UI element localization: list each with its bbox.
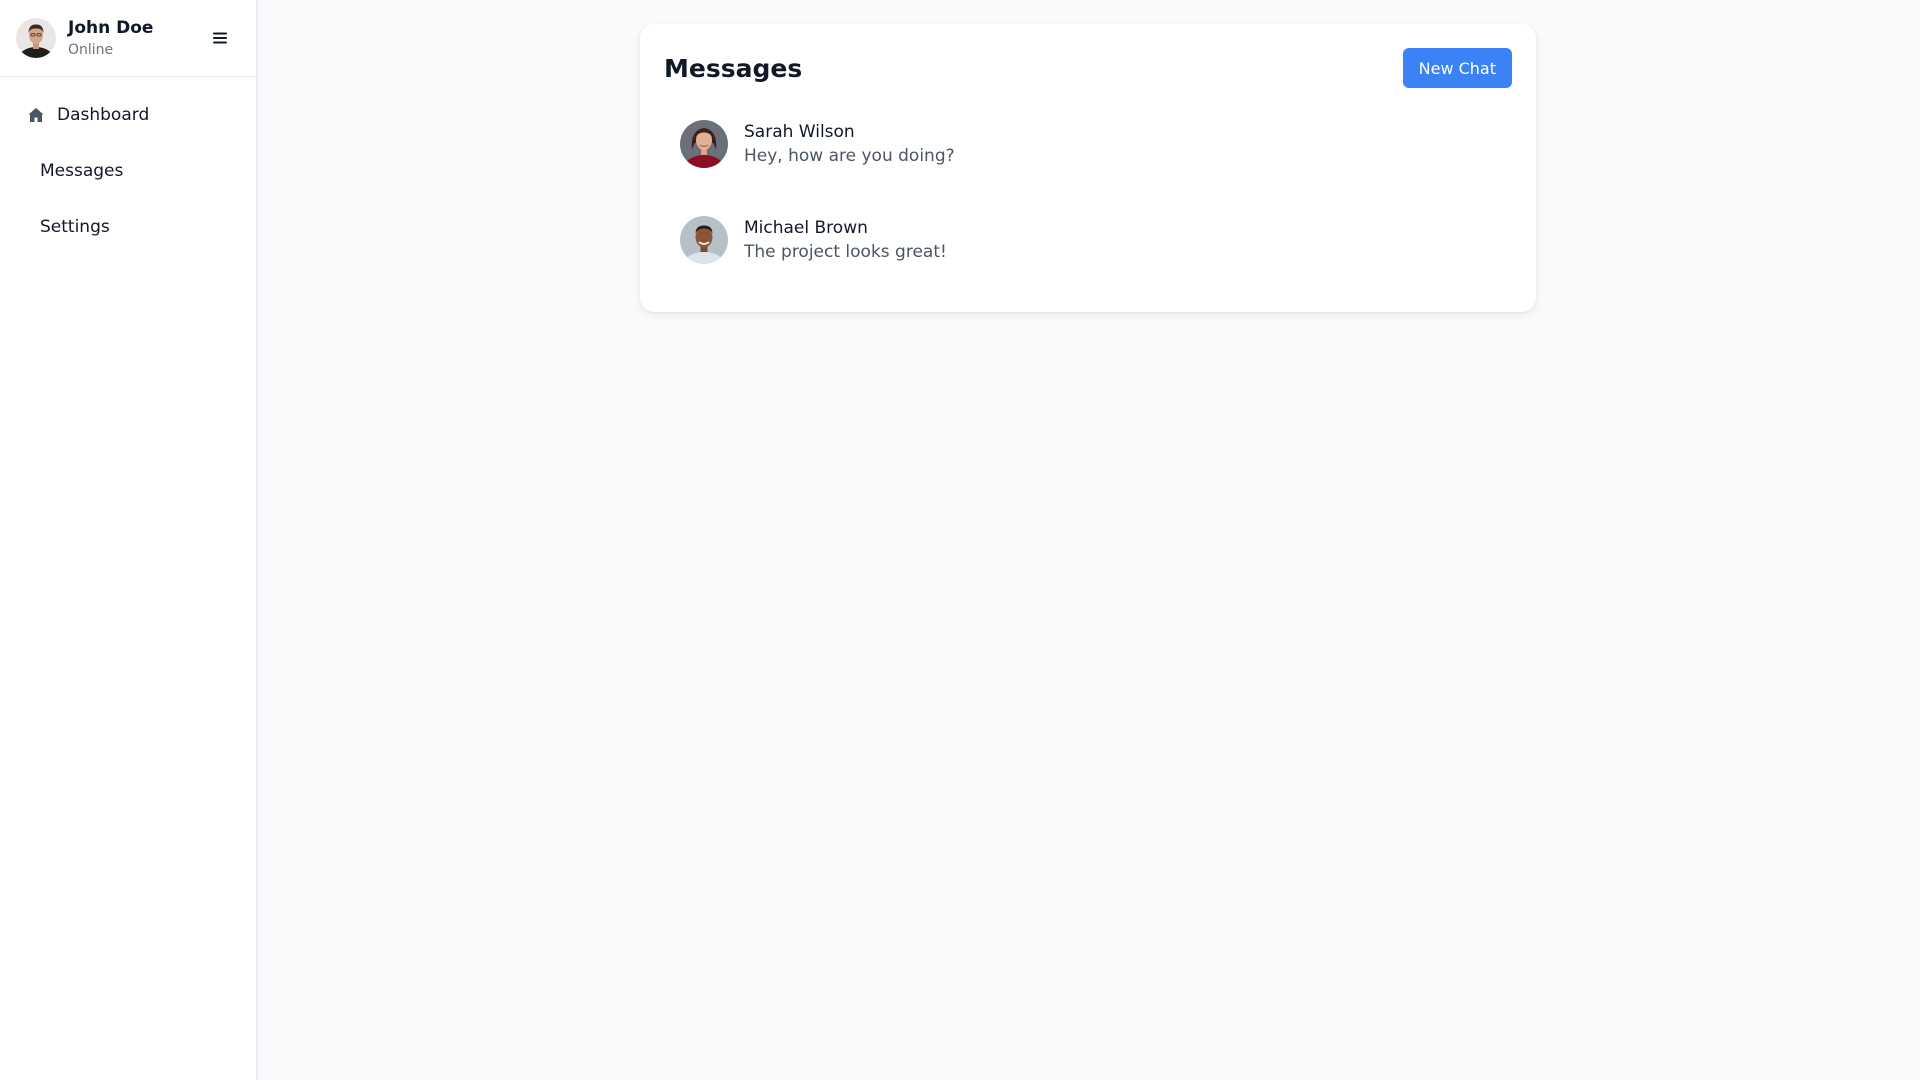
user-info: John Doe Online [68, 17, 208, 60]
sidebar-nav: Dashboard Messages Settings [0, 77, 256, 247]
chat-preview: Hey, how are you doing? [744, 146, 955, 166]
avatar [680, 216, 728, 264]
user-profile: John Doe Online [0, 0, 256, 77]
chat-list: Sarah Wilson Hey, how are you doing? Mic… [664, 104, 1512, 280]
user-avatar[interactable] [16, 18, 56, 58]
chat-item-sarah-wilson[interactable]: Sarah Wilson Hey, how are you doing? [664, 104, 1512, 184]
sidebar-item-label: Messages [40, 161, 124, 181]
chat-text: Sarah Wilson Hey, how are you doing? [744, 120, 955, 168]
sidebar-item-dashboard[interactable]: Dashboard [12, 95, 244, 135]
main-content: Messages New Chat Sarah Wilson Hey, how … [257, 0, 1920, 1080]
chat-text: Michael Brown The project looks great! [744, 216, 947, 264]
sidebar-item-messages[interactable]: Messages [12, 151, 244, 191]
home-icon [27, 106, 45, 124]
app-shell: John Doe Online Dashboard Messages Setti… [0, 0, 1920, 1080]
new-chat-button[interactable]: New Chat [1402, 48, 1512, 88]
chat-preview: The project looks great! [744, 242, 947, 262]
sidebar-item-settings[interactable]: Settings [12, 207, 244, 247]
sidebar-item-label: Dashboard [57, 105, 150, 125]
chat-contact-name: Sarah Wilson [744, 122, 855, 142]
messages-card: Messages New Chat Sarah Wilson Hey, how … [640, 24, 1536, 312]
messages-header: Messages New Chat [664, 48, 1512, 88]
hamburger-icon[interactable] [208, 26, 232, 50]
sidebar: John Doe Online Dashboard Messages Setti… [0, 0, 257, 1080]
sidebar-item-label: Settings [40, 217, 110, 237]
avatar [680, 120, 728, 168]
page-title: Messages [664, 53, 803, 83]
user-name: John Doe [68, 17, 154, 38]
chat-item-michael-brown[interactable]: Michael Brown The project looks great! [664, 200, 1512, 280]
chat-contact-name: Michael Brown [744, 218, 868, 238]
user-status: Online [68, 41, 114, 58]
